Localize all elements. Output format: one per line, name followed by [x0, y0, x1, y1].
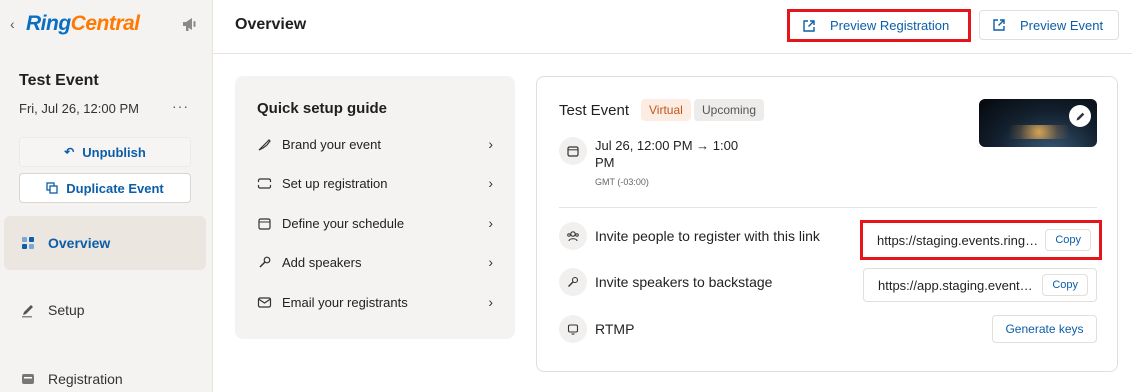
unpublish-label: Unpublish — [82, 144, 146, 160]
event-card-title: Test Event — [559, 102, 630, 119]
event-details-card: Test Event Virtual Upcoming Jul 26, 12:0… — [536, 76, 1118, 372]
quick-item-label: Email your registrants — [282, 294, 408, 310]
copy-speakers-link-button[interactable]: Copy — [1042, 274, 1088, 296]
speakers-link-text: https://app.staging.events.ringcentral.c… — [878, 277, 1037, 293]
sidebar-item-registration[interactable]: Registration — [4, 352, 206, 392]
preview-registration-button[interactable]: Preview Registration — [787, 9, 971, 42]
page-title: Overview — [235, 16, 307, 33]
sidebar: ‹ RingCentral Test Event Fri, Jul 26, 12… — [0, 0, 213, 392]
event-thumbnail — [979, 99, 1097, 147]
duplicate-event-button[interactable]: Duplicate Event — [19, 173, 191, 203]
generate-keys-button[interactable]: Generate keys — [992, 315, 1097, 343]
calendar-icon — [567, 146, 579, 157]
quick-item-label: Brand your event — [282, 136, 382, 152]
people-icon-wrap — [559, 222, 587, 250]
page-header: Overview Preview Registration Preview Ev… — [213, 0, 1132, 54]
quick-item-label: Define your schedule — [282, 215, 405, 231]
quick-item-speakers[interactable]: Add speakers › — [257, 250, 493, 274]
pencil-icon — [1076, 112, 1084, 120]
calendar-icon-wrap — [559, 137, 587, 165]
chevron-right-icon: › — [488, 215, 493, 231]
more-options-icon[interactable]: ··· — [172, 98, 189, 114]
divider — [559, 207, 1097, 208]
invite-register-label: Invite people to register with this link — [595, 228, 820, 244]
email-icon — [257, 296, 272, 308]
microphone-icon-wrap — [559, 268, 587, 296]
invite-speakers-label: Invite speakers to backstage — [595, 274, 773, 290]
calendar-icon — [258, 217, 271, 230]
external-link-icon — [803, 19, 815, 32]
copy-registration-link-button[interactable]: Copy — [1045, 229, 1091, 251]
broadcast-icon — [567, 324, 579, 335]
preview-event-button[interactable]: Preview Event — [979, 10, 1119, 40]
logo-row: ‹ RingCentral — [0, 0, 213, 52]
event-time: Jul 26, 12:00 PM → 1:00 PM — [595, 138, 739, 170]
quick-item-schedule[interactable]: Define your schedule › — [257, 211, 493, 235]
people-icon — [567, 231, 579, 242]
sidebar-item-label: Overview — [48, 235, 111, 251]
upcoming-badge: Upcoming — [694, 99, 765, 121]
sidebar-item-label: Setup — [48, 302, 85, 318]
event-date: Fri, Jul 26, 12:00 PM — [19, 101, 139, 116]
quick-item-brand[interactable]: Brand your event › — [257, 132, 493, 156]
pencil-icon — [22, 305, 33, 318]
quick-item-email[interactable]: Email your registrants › — [257, 290, 493, 314]
undo-icon: ↶ — [64, 145, 75, 159]
event-timezone: GMT (-03:00) — [595, 177, 649, 187]
sidebar-item-setup[interactable]: Setup — [4, 283, 206, 337]
registration-link-text: https://staging.events.ringcentral.com/e… — [877, 232, 1039, 248]
chevron-right-icon: › — [488, 175, 493, 191]
edit-thumbnail-button[interactable] — [1069, 105, 1091, 127]
chevron-right-icon: › — [488, 136, 493, 152]
preview-registration-label: Preview Registration — [830, 18, 950, 33]
quick-item-label: Add speakers — [282, 254, 362, 270]
back-chevron-icon[interactable]: ‹ — [10, 16, 15, 32]
virtual-badge: Virtual — [641, 99, 691, 121]
duplicate-icon — [46, 182, 58, 194]
thumbnail-lights — [1009, 125, 1069, 139]
speakers-link-field[interactable]: https://app.staging.events.ringcentral.c… — [863, 268, 1097, 302]
preview-event-label: Preview Event — [1020, 17, 1104, 33]
sidebar-item-label: Registration — [48, 371, 123, 387]
duplicate-label: Duplicate Event — [66, 180, 164, 196]
sidebar-item-overview[interactable]: Overview — [4, 216, 206, 270]
rtmp-icon-wrap — [559, 315, 587, 343]
quick-item-label: Set up registration — [282, 175, 388, 191]
chevron-right-icon: › — [488, 294, 493, 310]
unpublish-button[interactable]: ↶ Unpublish — [19, 137, 191, 167]
external-link-icon — [993, 19, 1005, 31]
microphone-icon — [568, 276, 579, 287]
ticket-icon — [257, 177, 272, 189]
rtmp-label: RTMP — [595, 321, 635, 337]
quick-setup-title: Quick setup guide — [257, 100, 388, 117]
registration-icon — [22, 374, 34, 384]
registration-link-field[interactable]: https://staging.events.ringcentral.com/e… — [860, 220, 1102, 260]
quick-setup-card: Quick setup guide Brand your event › Set… — [235, 76, 515, 339]
grid-icon — [22, 237, 34, 249]
ringcentral-logo[interactable]: RingCentral — [26, 12, 140, 36]
event-title: Test Event — [19, 72, 99, 89]
megaphone-icon[interactable] — [180, 14, 200, 34]
chevron-right-icon: › — [488, 254, 493, 270]
quick-item-registration[interactable]: Set up registration › — [257, 171, 493, 195]
microphone-icon — [259, 256, 271, 268]
brush-icon — [258, 138, 271, 151]
